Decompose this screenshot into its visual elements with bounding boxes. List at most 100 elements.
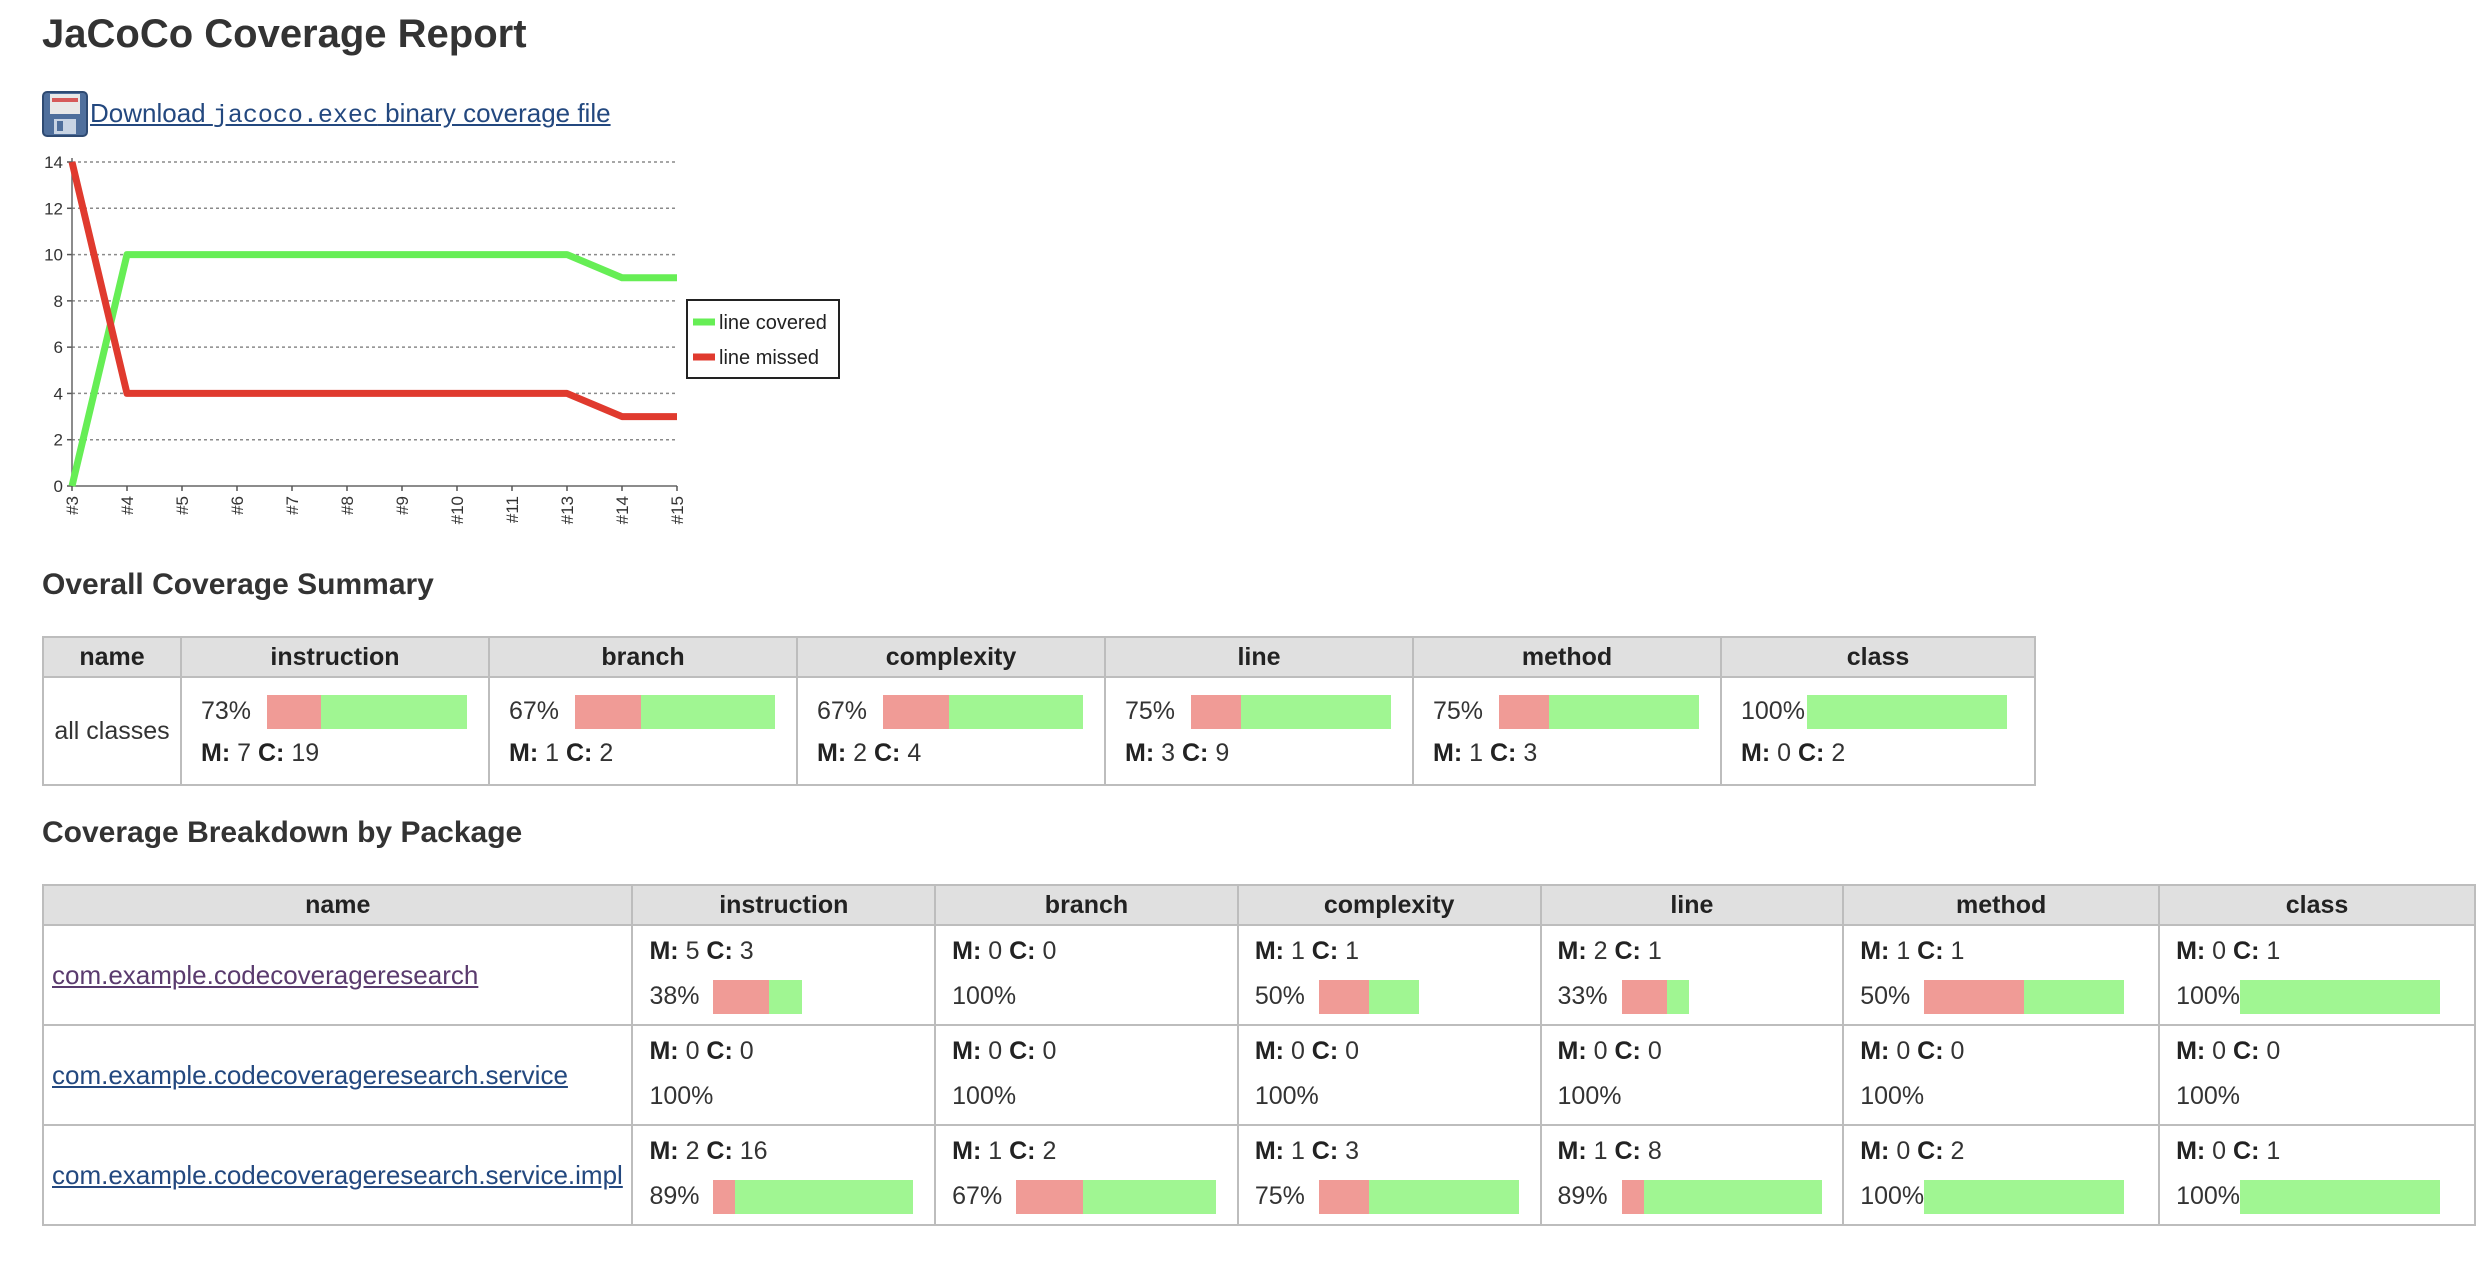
missed-label: M: — [649, 1136, 679, 1165]
covered-segment — [1549, 694, 1699, 729]
missed-covered-counts: M: 0 C: 0 — [952, 937, 1237, 966]
coverage-bar — [267, 694, 467, 729]
column-header-method[interactable]: method — [1842, 884, 2161, 926]
column-header-instruction[interactable]: instruction — [180, 636, 490, 678]
missed-covered-counts: M: 0 C: 2 — [1741, 739, 2034, 768]
download-link-row: Download jacoco.exec binary coverage fil… — [42, 91, 611, 137]
column-header-complexity[interactable]: complexity — [796, 636, 1106, 678]
package-cell-class: M: 0 C: 1 100% — [2158, 1124, 2476, 1226]
covered-count: 0 — [1042, 1036, 1057, 1065]
series-line-missed — [68, 161, 677, 421]
covered-count: 16 — [739, 1136, 768, 1165]
percentage-row: 67% — [952, 1179, 1237, 1214]
summary-cell-branch: 67% M: 1 C: 2 — [488, 676, 798, 786]
percentage-row: 33% — [1558, 979, 1843, 1014]
coverage-percent: 100% — [1741, 697, 1805, 725]
missed-segment — [1499, 694, 1549, 729]
summary-heading: Overall Coverage Summary — [42, 568, 434, 601]
missed-label: M: — [1860, 1036, 1890, 1065]
package-cell-instruction: M: 0 C: 0 100% — [631, 1024, 937, 1126]
missed-count: 5 — [685, 936, 700, 965]
floppy-disk-icon[interactable] — [42, 91, 88, 137]
column-header-class[interactable]: class — [1720, 636, 2036, 678]
percentage-row: 100% — [952, 980, 1237, 1014]
y-tick-label: 12 — [44, 199, 63, 218]
covered-count: 2 — [599, 738, 614, 767]
covered-label: C: — [2233, 1136, 2260, 1165]
column-header-name[interactable]: name — [42, 636, 182, 678]
missed-segment — [1191, 694, 1241, 729]
missed-label: M: — [1557, 1036, 1587, 1065]
package-cell-class: M: 0 C: 1 100% — [2158, 924, 2476, 1026]
package-link[interactable]: com.example.codecoverageresearch.service… — [52, 1160, 623, 1190]
covered-segment — [1368, 979, 1419, 1014]
column-header-method[interactable]: method — [1412, 636, 1722, 678]
series-line-covered — [68, 251, 677, 487]
missed-count: 2 — [853, 738, 868, 767]
package-link[interactable]: com.example.codecoverageresearch — [52, 960, 478, 990]
percentage-row: 100% — [952, 1080, 1237, 1114]
missed-count: 7 — [237, 738, 252, 767]
coverage-percent: 100% — [2176, 1082, 2241, 1110]
coverage-percent: 100% — [1860, 1182, 1925, 1210]
column-header-name[interactable]: name — [41, 884, 634, 926]
missed-covered-counts: M: 1 C: 1 — [1860, 937, 2158, 966]
summary-cell-complexity: 67% M: 2 C: 4 — [796, 676, 1106, 786]
column-header-class[interactable]: class — [2158, 884, 2476, 926]
package-link[interactable]: com.example.codecoverageresearch.service — [52, 1060, 568, 1090]
missed-covered-counts: M: 0 C: 0 — [1558, 1037, 1843, 1066]
missed-count: 0 — [1896, 1136, 1911, 1165]
covered-segment — [1924, 1179, 2125, 1214]
missed-label: M: — [1860, 936, 1890, 965]
missed-count: 0 — [988, 936, 1003, 965]
package-name-cell: com.example.codecoverageresearch — [41, 924, 634, 1026]
missed-label: M: — [2176, 936, 2206, 965]
coverage-trend-chart: 0 2 4 6 8 10 12 14 #3 #4 #5 #6 #7 #8 #9 #10 #11 #13 #14 #15… — [44, 153, 840, 524]
x-tick-label: #3 — [63, 496, 82, 515]
covered-count: 3 — [1523, 738, 1538, 767]
download-prefix: Download — [90, 98, 213, 128]
x-tick-label: #5 — [173, 496, 192, 515]
coverage-percent: 100% — [952, 982, 1017, 1010]
coverage-bar — [1191, 694, 1391, 729]
package-name-cell: com.example.codecoverageresearch.service — [41, 1024, 634, 1126]
percentage-row: 100% — [1558, 1080, 1843, 1114]
missed-label: M: — [1860, 1136, 1890, 1165]
covered-count: 1 — [2266, 936, 2281, 965]
missed-count: 0 — [2212, 936, 2227, 965]
packages-table: name instruction branch complexity line metho… — [41, 884, 2476, 1226]
coverage-bar — [1924, 1179, 2125, 1214]
covered-label: C: — [1489, 738, 1517, 767]
download-exec-link[interactable]: Download jacoco.exec binary coverage fil… — [90, 98, 611, 130]
column-header-line[interactable]: line — [1104, 636, 1414, 678]
coverage-bar — [1016, 1179, 1217, 1214]
covered-label: C: — [1311, 936, 1339, 965]
covered-count: 8 — [1647, 1136, 1662, 1165]
missed-segment — [883, 694, 949, 729]
page-title: JaCoCo Coverage Report — [42, 12, 527, 56]
column-header-complexity[interactable]: complexity — [1236, 884, 1542, 926]
percentage-row: 100% — [2176, 1080, 2474, 1114]
missed-covered-counts: M: 0 C: 0 — [649, 1037, 934, 1066]
coverage-percent: 67% — [509, 697, 560, 725]
legend-label: line missed — [719, 347, 819, 369]
missed-count: 1 — [1593, 1136, 1608, 1165]
covered-count: 19 — [291, 738, 320, 767]
coverage-bar — [1318, 1179, 1519, 1214]
legend-label: line covered — [719, 312, 827, 334]
missed-covered-counts: M: 0 C: 0 — [2176, 1037, 2474, 1066]
column-header-branch[interactable]: branch — [934, 884, 1239, 926]
percentage-row: 100% — [1741, 694, 2034, 729]
column-header-instruction[interactable]: instruction — [631, 884, 937, 926]
covered-label: C: — [706, 1036, 733, 1065]
column-header-line[interactable]: line — [1539, 884, 1845, 926]
missed-covered-counts: M: 0 C: 0 — [1255, 1037, 1540, 1066]
column-header-branch[interactable]: branch — [488, 636, 798, 678]
download-filename: jacoco.exec — [212, 101, 378, 130]
package-cell-method: M: 0 C: 2 100% — [1842, 1124, 2161, 1226]
missed-count: 1 — [1896, 936, 1911, 965]
missed-covered-counts: M: 3 C: 9 — [1125, 739, 1412, 768]
covered-count: 0 — [1950, 1036, 1965, 1065]
y-tick-label: 0 — [54, 477, 63, 496]
y-tick-label: 8 — [54, 292, 63, 311]
